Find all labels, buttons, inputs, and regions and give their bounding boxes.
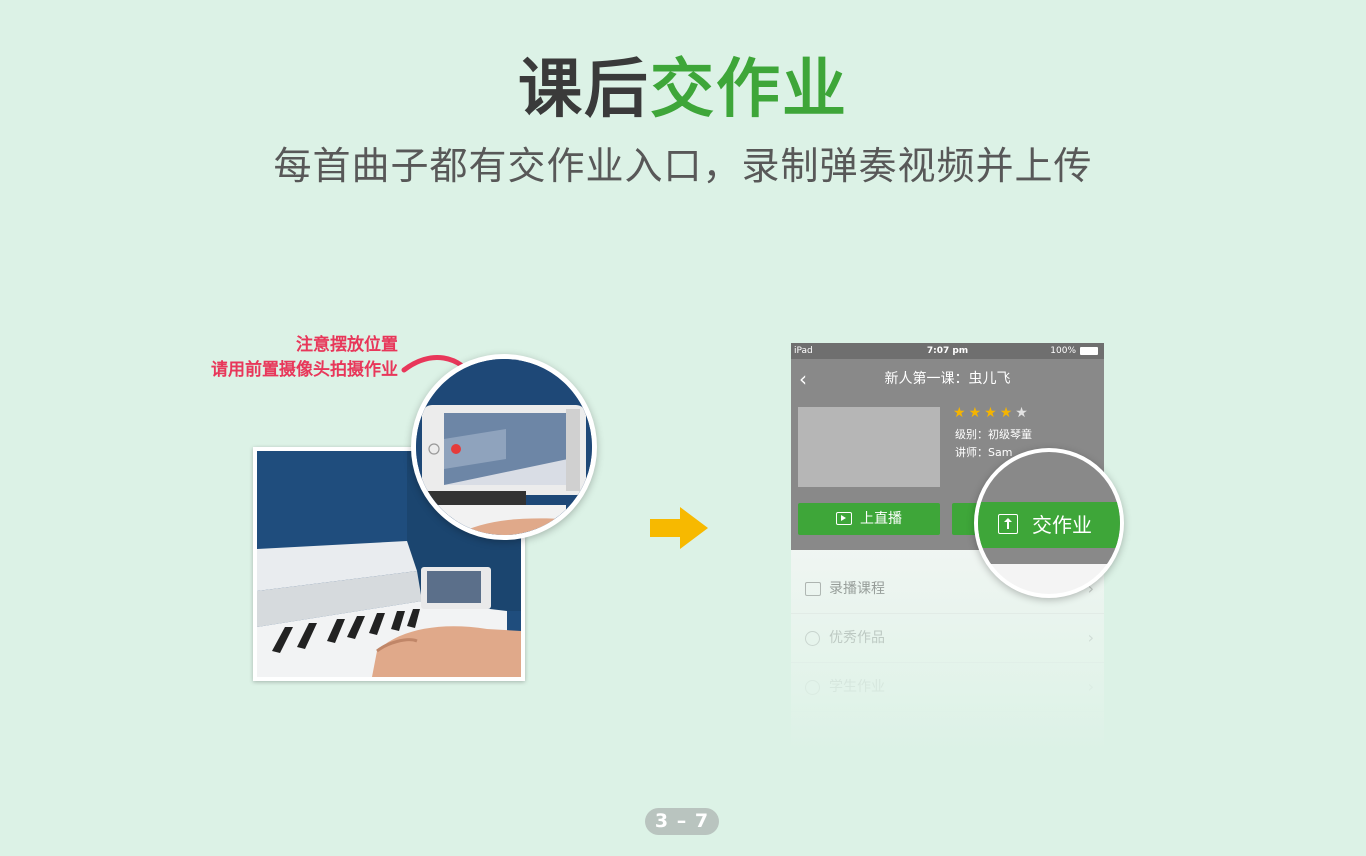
page-number: 3 – 7 (645, 808, 719, 835)
arrow-right-icon (650, 507, 708, 549)
title-part1: 课后 (518, 53, 650, 127)
star-icon: ★ (968, 405, 985, 421)
list-item-label: 学生作业 (829, 679, 885, 695)
live-button-label: 上直播 (860, 511, 902, 527)
chevron-right-icon: › (1087, 628, 1094, 647)
star-empty-icon: ★ (1015, 405, 1031, 421)
video-icon (805, 582, 821, 596)
list-item-label: 优秀作品 (829, 630, 885, 646)
homework-button-label: 交作业 (1032, 513, 1092, 537)
nav-bar: ‹ 新人第一课：虫儿飞 (791, 359, 1104, 399)
page-title: 课后交作业 (0, 52, 1366, 128)
star-icon: ★ (953, 405, 969, 421)
battery-icon (1080, 347, 1098, 355)
battery-label: 100% (1050, 346, 1076, 356)
medal-icon (805, 631, 820, 646)
nav-title: 新人第一课：虫儿飞 (884, 371, 1011, 387)
course-cover[interactable] (798, 407, 940, 487)
list-item[interactable]: 优秀作品 › (791, 614, 1104, 663)
star-icon: ★ (999, 405, 1016, 421)
title-part2: 交作业 (650, 53, 848, 127)
homework-magnifier: 交作业 (974, 448, 1124, 598)
rating-stars: ★★★★★ (953, 405, 1031, 421)
page-subtitle: 每首曲子都有交作业入口，录制弹奏视频并上传 (273, 144, 1093, 188)
annotation-line1: 注意摆放位置 (296, 335, 398, 355)
tv-icon (836, 512, 852, 525)
circle-icon (805, 680, 820, 695)
phone-zoom-circle (411, 354, 597, 540)
list-item-label: 录播课程 (829, 581, 885, 597)
upload-icon (998, 514, 1018, 534)
homework-button[interactable]: 交作业 (978, 502, 1120, 548)
chevron-right-icon: › (1087, 677, 1094, 696)
status-bar: iPad 7:07 pm 100% (791, 343, 1104, 359)
list-item[interactable]: 学生作业 › (791, 663, 1104, 712)
star-icon: ★ (984, 405, 1000, 421)
live-button[interactable]: 上直播 (798, 503, 940, 535)
annotation-line2: 请用前置摄像头拍摄作业 (211, 360, 398, 380)
course-level: 级别：初级琴童 (955, 428, 1032, 441)
